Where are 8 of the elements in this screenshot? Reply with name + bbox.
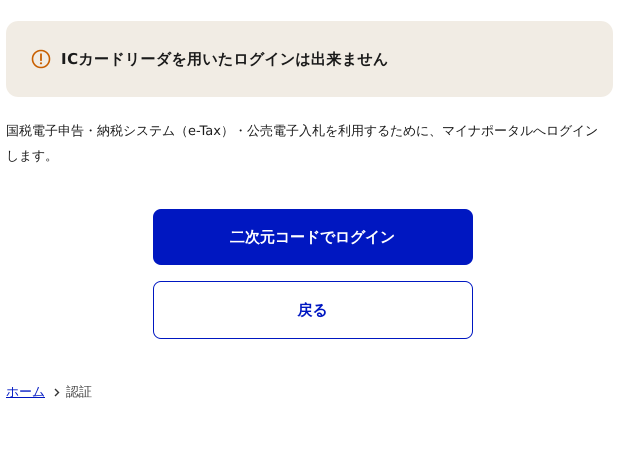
qr-login-button[interactable]: 二次元コードでログイン bbox=[152, 209, 472, 265]
alert-message: ICカードリーダを用いたログインは出来ません bbox=[61, 50, 389, 68]
chevron-icon bbox=[54, 388, 60, 396]
breadcrumb-current: 認証 bbox=[66, 384, 92, 401]
warning-icon bbox=[31, 49, 51, 69]
breadcrumb-link[interactable]: ホーム bbox=[6, 383, 45, 401]
back-button[interactable]: 戻る bbox=[152, 281, 472, 339]
description-text: 国税電子申告・納税システム（e-Tax）・公売電子入札を利用するために、マイナポータルへログインします。 bbox=[6, 123, 599, 166]
